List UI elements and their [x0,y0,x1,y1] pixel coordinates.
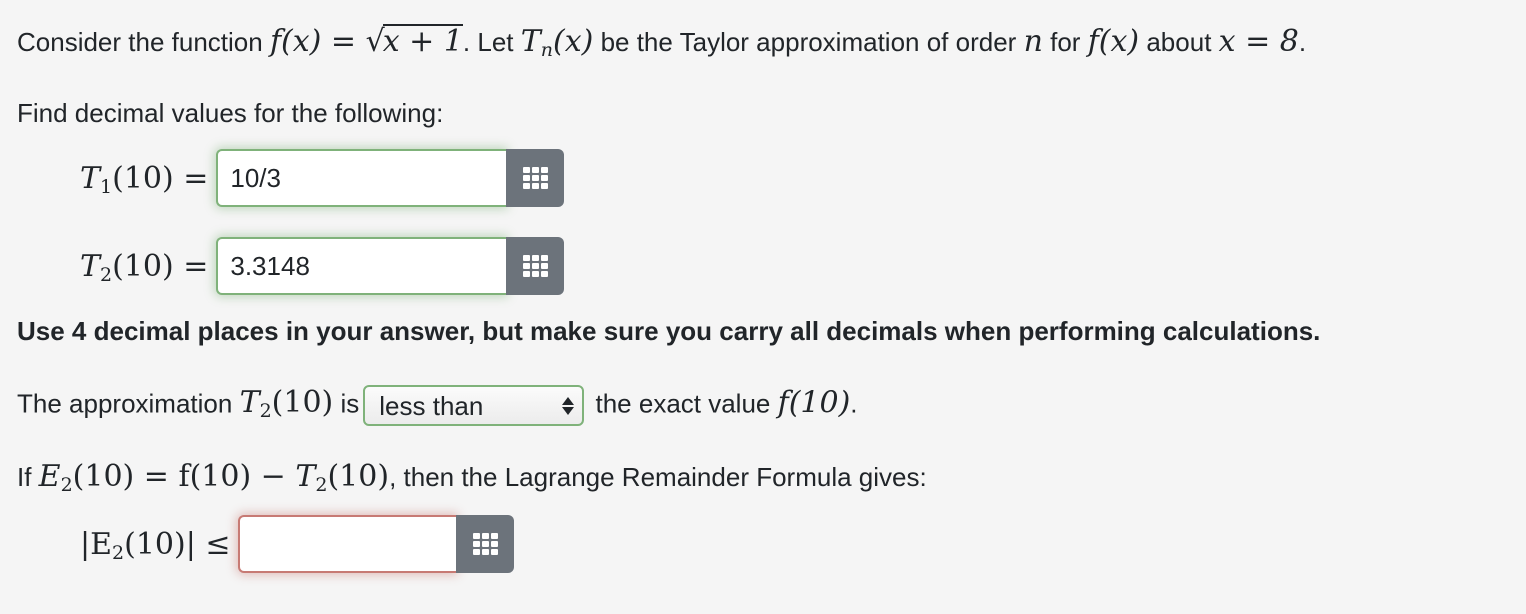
bound-answer-input[interactable] [238,515,457,573]
label-pre: |E [80,526,113,562]
t1-label: T1(10) = [80,160,209,198]
intro-text-1: Consider the function [17,27,270,57]
e-symbol: E [38,459,61,494]
comparison-text-1: The approximation [17,388,240,419]
comparison-sentence: The approximation T2(10) is less than the… [17,385,858,426]
intro-text-2: . Let [462,27,521,57]
t2-expr: T2(10) [239,385,334,423]
grid-keypad-icon [472,533,498,555]
t-symbol: T [520,24,541,59]
intro-text-3: be the Taylor approximation of order [593,27,1024,57]
f-x: f(x) [1087,24,1140,59]
comparison-text-3: the exact value [588,388,778,419]
intro-text-4: for [1042,27,1088,57]
t-symbol: T [295,459,316,494]
bound-row: |E2(10)| ≤ [80,515,515,573]
expr-1: (10) = f(10) − [72,459,296,494]
t1-input-group [216,149,565,207]
taylor-symbol: Tn(x) [520,24,594,61]
sqrt-argument: x + 1 [382,24,463,59]
label-rest: (10) = [112,160,209,196]
selected-option: less than [379,390,484,421]
t-symbol: T [239,385,260,421]
answer-row-t2: T2(10) = [80,237,565,295]
subscript: 2 [100,263,113,286]
t-arg: (10) [271,385,334,421]
t2-keypad-button[interactable] [506,237,565,295]
select-arrows-icon [562,396,575,415]
bound-input-group [238,515,515,573]
t2-input-group [216,237,565,295]
t-arg: (x) [553,24,594,59]
center-point: x = 8 [1218,24,1299,59]
bound-label: |E2(10)| ≤ [80,526,231,564]
answer-row-t1: T1(10) = [80,149,565,207]
grid-keypad-icon [522,255,548,277]
find-text: Find decimal values for the following: [17,98,444,128]
order-n: n [1023,24,1043,59]
intro-text-5: about [1139,27,1219,57]
subscript: 2 [259,400,272,423]
subscript: 2 [315,474,328,496]
intro-text-6: . [1298,27,1307,57]
t-symbol: T [80,160,101,196]
comparison-select[interactable]: less than [363,385,585,426]
instruction-text: Use 4 decimal places in your answer, but… [17,316,1321,346]
subscript: 2 [112,541,125,564]
f-10: f(10) [777,385,851,421]
subscript: 1 [100,175,113,198]
t1-answer-input[interactable] [216,149,507,207]
bound-keypad-button[interactable] [456,515,515,573]
comparison-text-2: is [333,388,360,419]
grid-keypad-icon [522,167,548,189]
lagrange-text-2: , then the Lagrange Remainder Formula gi… [389,462,927,492]
f-definition: f(x) = √x + 1 [269,24,463,59]
comparison-text-4: . [850,388,858,419]
subscript: 2 [60,474,73,496]
label-rest: (10) = [112,248,209,284]
error-expr: E2(10) = f(10) − T2(10) [38,459,390,496]
n-subscript: n [540,39,554,61]
t-symbol: T [80,248,101,284]
lagrange-sentence: If E2(10) = f(10) − T2(10), then the Lag… [17,459,927,496]
f-of-x: f(x) = [269,24,366,59]
lagrange-text-1: If [17,462,39,492]
label-rest: (10)| ≤ [124,526,231,562]
expr-2: (10) [327,459,390,494]
t2-label: T2(10) = [80,248,209,286]
t1-keypad-button[interactable] [506,149,565,207]
t2-answer-input[interactable] [216,237,507,295]
intro-text: Consider the function f(x) = √x + 1. Let… [17,24,1307,61]
